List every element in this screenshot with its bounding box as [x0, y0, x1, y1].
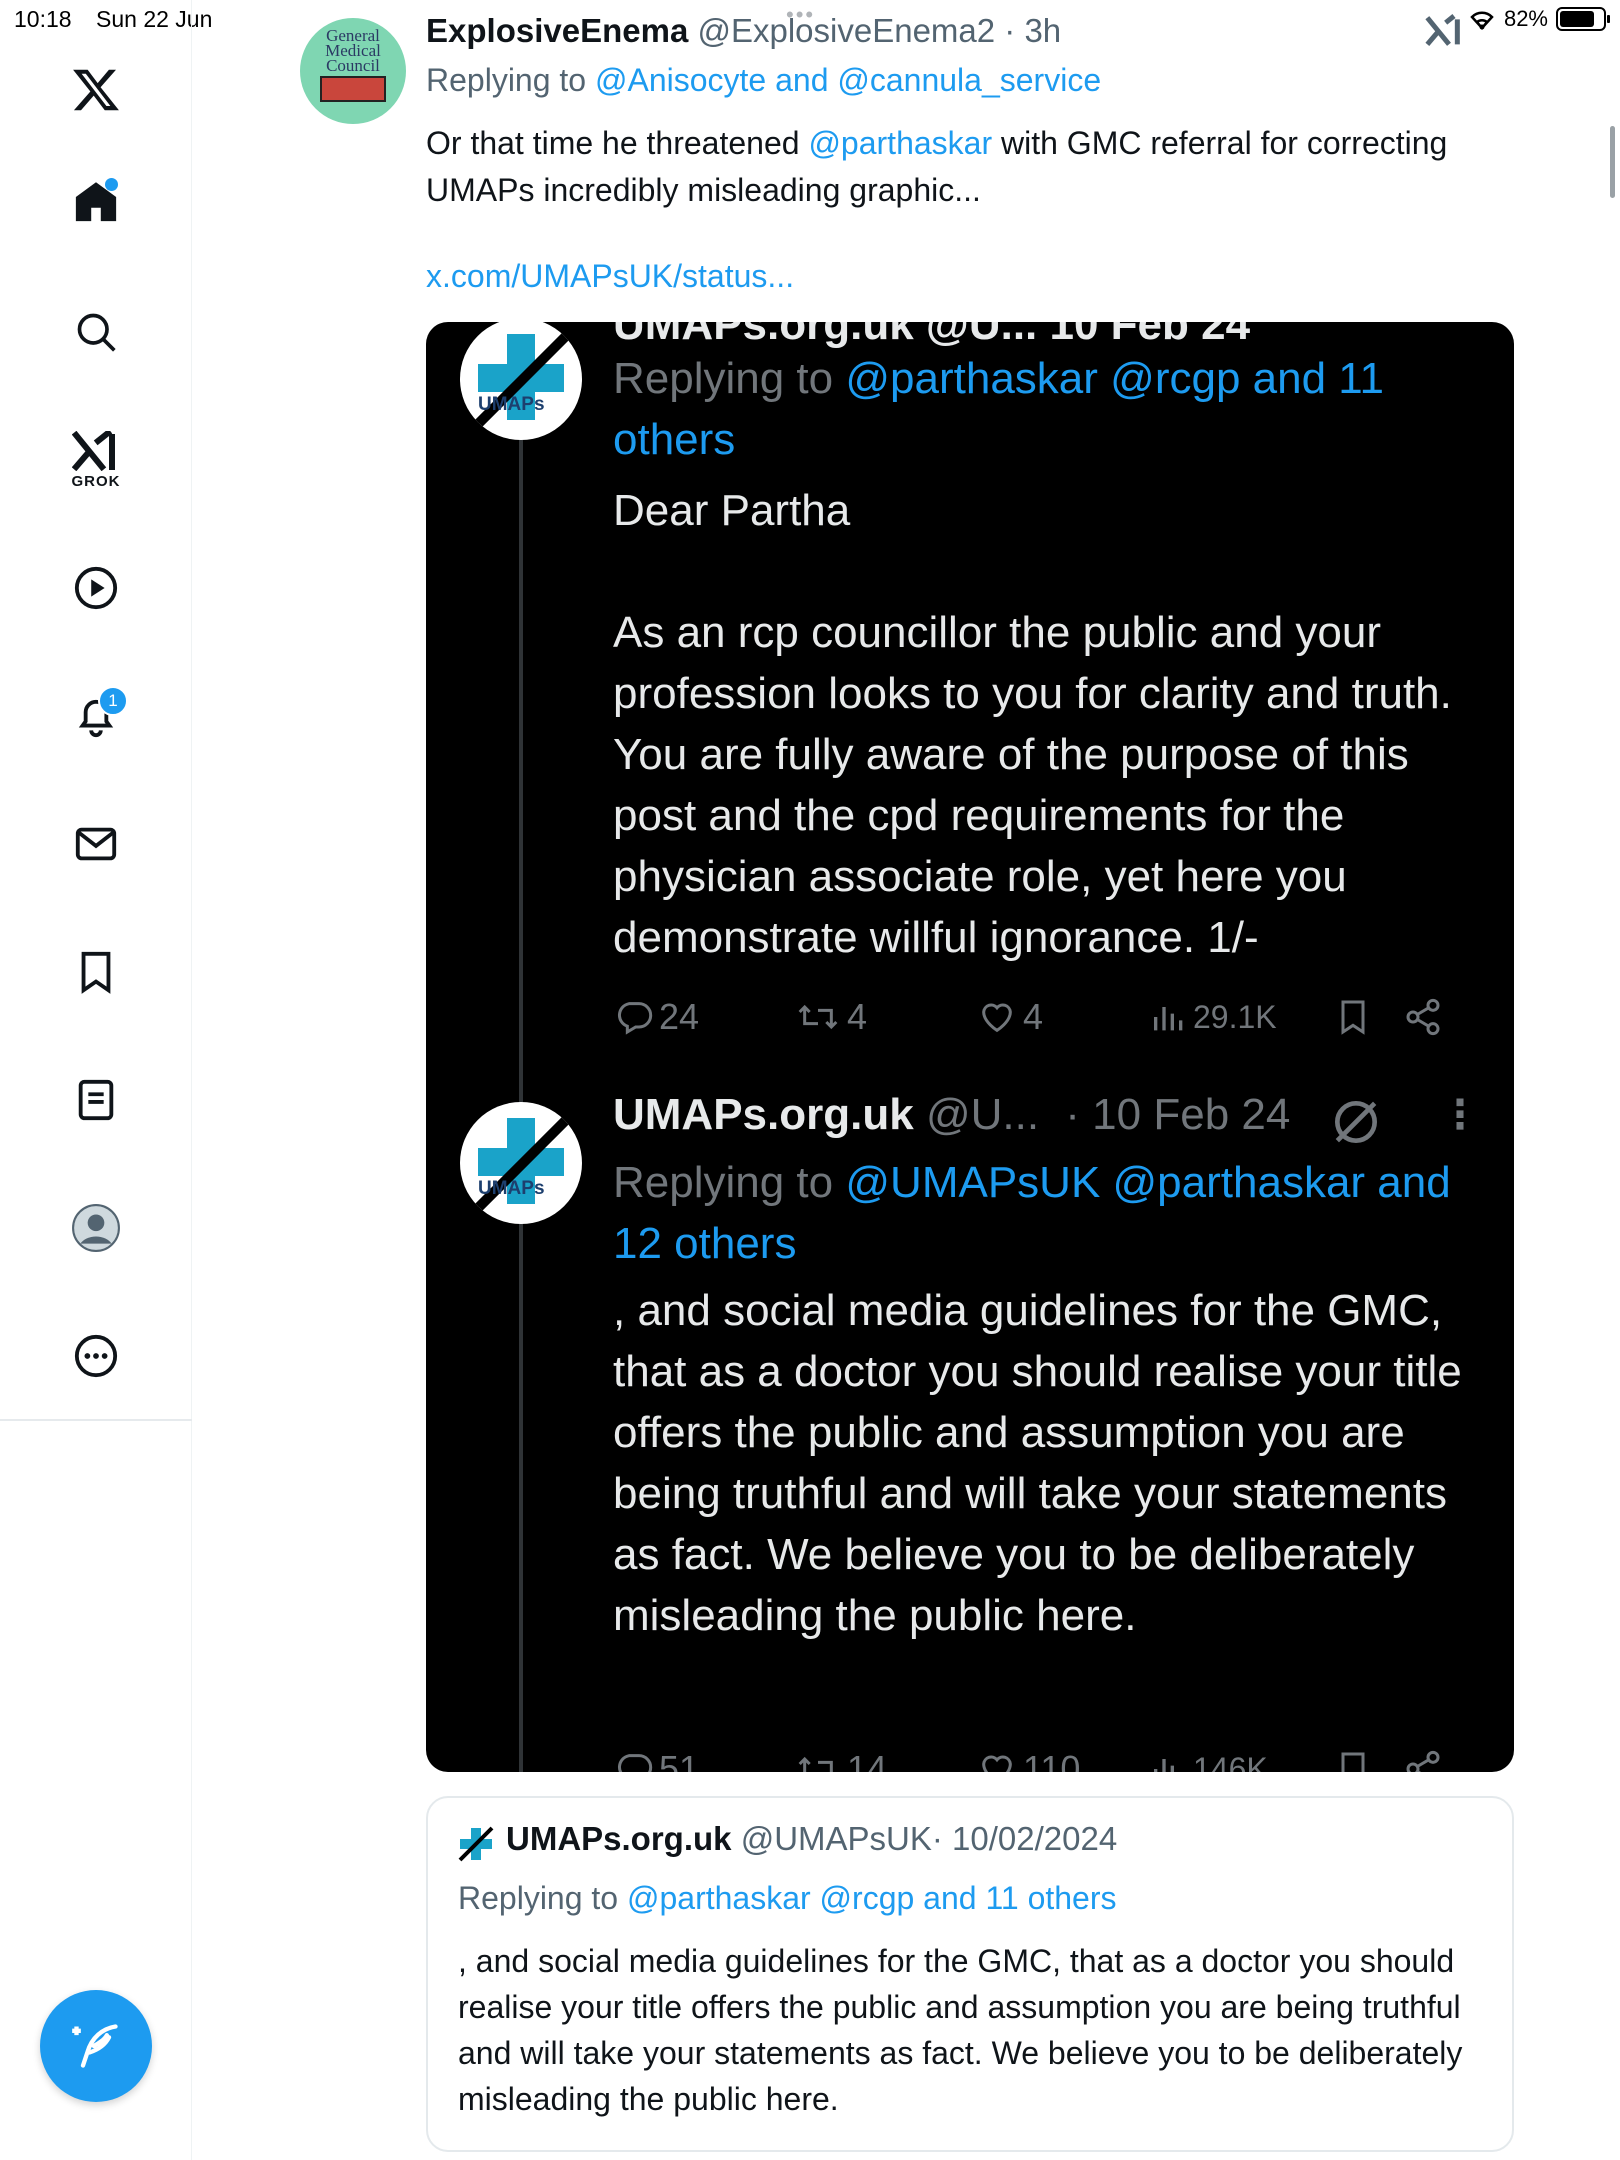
cut-off-header: UMAPs.org.uk @U... 10 Feb 24 — [613, 322, 1251, 349]
grok-explain-icon[interactable] — [1424, 14, 1464, 56]
replying-prefix: Replying to — [426, 62, 587, 98]
quoted-text: , and social media guidelines for the GM… — [458, 1943, 1463, 2117]
post2-actions: 51 14 110 146K — [613, 1744, 1483, 1772]
replying-links[interactable]: @parthaskar @rcgp and 11 others — [627, 1880, 1117, 1916]
post2-replying: Replying to @UMAPsUK @parthaskar and 12 … — [613, 1158, 1451, 1268]
nav-lists[interactable] — [56, 1060, 136, 1140]
views-icon — [1154, 1007, 1183, 1031]
post1-replying: Replying to @parthaskar @rcgp and 11 oth… — [613, 354, 1384, 464]
avatar-logo-text: General Medical Council — [325, 26, 381, 75]
repost-stat: 4 — [793, 996, 975, 1038]
search-icon — [77, 313, 116, 352]
nav-bookmarks[interactable] — [56, 932, 136, 1012]
replying-prefix: Replying to — [458, 1880, 619, 1916]
nav-explore[interactable] — [56, 292, 136, 372]
views-icon — [1154, 1759, 1174, 1772]
author-handle[interactable]: @ExplosiveEnema2 — [697, 12, 995, 49]
umaps-avatar: UMAPs — [460, 322, 582, 440]
heart-icon — [982, 1003, 1012, 1033]
tweet-url-link[interactable]: x.com/UMAPsUK/status... — [426, 258, 794, 295]
post2-text: , and social media guidelines for the GM… — [613, 1286, 1462, 1640]
mention-link[interactable]: @Anisocyte — [595, 62, 766, 98]
author-name[interactable]: ExplosiveEnema — [426, 12, 688, 49]
views-stat: 29.1K — [1149, 997, 1333, 1037]
repost-stat: 14 — [793, 1748, 975, 1772]
grok-slash-icon — [1335, 1101, 1377, 1143]
bookmark-icon — [1341, 1752, 1365, 1772]
quoted-author-name: UMAPs.org.uk — [506, 1820, 732, 1857]
nav-more[interactable] — [56, 1316, 136, 1396]
more-circle-icon — [74, 1334, 118, 1378]
views-stat: 146K — [1149, 1749, 1333, 1772]
bookmark-icon — [81, 951, 111, 994]
share-icon — [1406, 1750, 1440, 1772]
tweet-header: ExplosiveEnema @ExplosiveEnema2 · 3h — [426, 12, 1062, 49]
battery-icon — [1556, 7, 1610, 31]
reply-stat: 24 — [613, 996, 793, 1038]
tweet-text-part: Or that time he threatened — [426, 125, 809, 161]
tweet-text: Or that time he threatened @parthaskar w… — [426, 120, 1506, 214]
bookmark-icon — [1341, 1000, 1365, 1035]
sidebar-divider — [0, 1419, 192, 1421]
quoted-author-handle: @UMAPsUK — [740, 1820, 932, 1857]
post2-header: UMAPs.org.uk @U... · 10 Feb 24 — [613, 1090, 1291, 1139]
author-avatar[interactable]: General Medical Council — [300, 18, 406, 124]
share-icon — [1406, 998, 1440, 1036]
attached-image[interactable]: UMAPs.org.uk @U... 10 Feb 24 UMAPs Reply… — [426, 322, 1514, 1772]
nav-grok[interactable]: GROK — [56, 420, 136, 500]
grok-icon — [72, 430, 115, 471]
reply-icon — [617, 1002, 653, 1035]
sidebar: GROK 1 — [0, 0, 192, 2160]
replying-and[interactable]: and — [775, 62, 828, 98]
mention-link[interactable]: @cannula_service — [837, 62, 1101, 98]
repost-icon — [798, 1756, 833, 1772]
repost-icon — [798, 1004, 838, 1030]
play-icon — [74, 566, 118, 610]
reply-icon — [617, 1754, 653, 1772]
list-icon — [78, 1079, 114, 1121]
nav-notifications[interactable]: 1 — [56, 676, 136, 756]
thread-line — [519, 382, 523, 1772]
nav-video[interactable] — [56, 548, 136, 628]
replying-to: Replying to @Anisocyte and @cannula_serv… — [426, 62, 1101, 99]
x-logo-icon[interactable] — [56, 50, 136, 130]
grok-label: GROK — [71, 472, 121, 490]
home-unread-dot — [105, 178, 118, 191]
nav-profile[interactable] — [56, 1188, 136, 1268]
like-stat: 4 — [975, 996, 1149, 1038]
battery-percent: 82% — [1503, 6, 1548, 31]
profile-avatar-icon — [72, 1204, 120, 1252]
quoted-tweet[interactable]: UMAPs.org.uk @UMAPsUK· 10/02/2024 Replyi… — [426, 1796, 1514, 2152]
mail-icon — [75, 827, 117, 861]
heart-icon — [982, 1755, 1012, 1772]
umaps-avatar: UMAPs — [460, 1102, 582, 1224]
tweet-time[interactable]: 3h — [1024, 12, 1061, 49]
quoted-avatar-icon — [458, 1826, 494, 1862]
mention-link[interactable]: @parthaskar — [808, 125, 992, 161]
status-right: 82% — [1468, 6, 1610, 32]
reply-stat: 51 — [613, 1748, 793, 1772]
compose-feather-icon — [72, 2024, 118, 2068]
post1-text: Dear Partha As an rcp councillor the pub… — [613, 486, 1452, 962]
compose-button[interactable] — [40, 1990, 152, 2102]
nav-messages[interactable] — [56, 804, 136, 884]
wifi-icon — [1470, 11, 1494, 30]
quoted-replying: Replying to @parthaskar @rcgp and 11 oth… — [458, 1880, 1117, 1917]
post1-actions: 24 4 4 29.1K — [613, 992, 1483, 1042]
quoted-header: UMAPs.org.uk @UMAPsUK· 10/02/2024 — [506, 1820, 1117, 1858]
quoted-date: · 10/02/2024 — [931, 1820, 1118, 1857]
more-vertical-icon: ⋮ — [1440, 1093, 1480, 1137]
like-stat: 110 — [975, 1748, 1149, 1772]
notifications-badge: 1 — [98, 686, 128, 716]
nav-home[interactable] — [56, 162, 136, 242]
avatar-stamp — [320, 76, 386, 102]
scrollbar[interactable] — [1610, 126, 1615, 198]
